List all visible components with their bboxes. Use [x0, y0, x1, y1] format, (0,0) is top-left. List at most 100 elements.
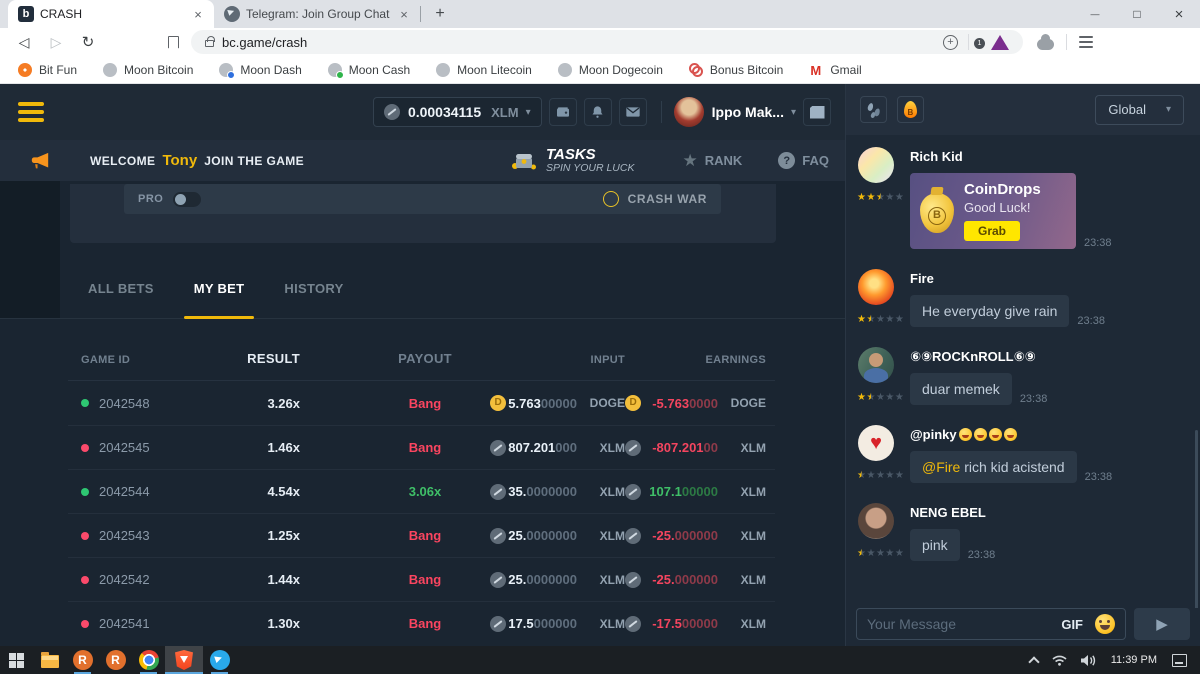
avatar[interactable]: [858, 503, 894, 539]
file-explorer-button[interactable]: [33, 646, 66, 674]
coin-icon: [490, 528, 506, 544]
mention[interactable]: @Fire: [922, 459, 960, 475]
chrome-icon: [139, 650, 159, 670]
bet-tab-history[interactable]: HISTORY: [284, 281, 343, 318]
crash-war-link[interactable]: CRASH WAR: [603, 191, 707, 207]
tasks-link[interactable]: TASKS SPIN YOUR LUCK: [510, 147, 635, 174]
notifications-button[interactable]: [584, 98, 612, 126]
user-rating: ★★★★★: [857, 309, 902, 327]
emoji-button[interactable]: [1095, 614, 1115, 634]
coin-icon: [490, 484, 506, 500]
chat-username[interactable]: NENG EBEL: [910, 504, 1190, 521]
column-header: GAME ID: [81, 354, 211, 366]
bookmark-item[interactable]: Gmail: [809, 63, 861, 77]
channel-selector[interactable]: Global: [1095, 95, 1184, 125]
bet-tab-all-bets[interactable]: ALL BETS: [88, 281, 154, 318]
brave-button[interactable]: [165, 646, 203, 674]
username[interactable]: Ippo Mak...: [712, 104, 784, 120]
browser-menu-icon[interactable]: [1079, 36, 1093, 48]
balance-selector[interactable]: 0.00034115 XLM: [373, 97, 542, 127]
rank-link[interactable]: ★ RANK: [682, 151, 742, 171]
action-center-button[interactable]: [1165, 646, 1194, 674]
avatar[interactable]: [858, 425, 894, 461]
emoji-icon: [974, 428, 987, 441]
bookmark-label: Moon Dash: [240, 63, 301, 77]
mail-button[interactable]: [619, 98, 647, 126]
send-icon: [1156, 615, 1168, 634]
chat-username[interactable]: @pinky: [910, 426, 1190, 443]
currency-label: DOGE: [728, 396, 766, 410]
cloud-icon[interactable]: [1037, 39, 1054, 50]
grab-button[interactable]: Grab: [964, 221, 1020, 241]
rain-button[interactable]: [860, 96, 887, 123]
start-button[interactable]: [0, 646, 33, 674]
chat-message: ★★★★★ NENG EBEL pink 23:38: [856, 503, 1190, 561]
send-button[interactable]: [1134, 608, 1190, 640]
coindrops-card[interactable]: CoinDrops Good Luck! Grab: [910, 173, 1076, 249]
forward-icon[interactable]: [46, 34, 66, 51]
app-r2-button[interactable]: [99, 646, 132, 674]
back-icon[interactable]: [14, 34, 34, 51]
pro-toggle[interactable]: [173, 192, 201, 207]
url-text[interactable]: bc.game/crash: [222, 35, 943, 50]
tab-close-icon[interactable]: [396, 6, 412, 22]
status-dot: [81, 488, 89, 496]
message-box[interactable]: GIF: [856, 608, 1126, 640]
table-row[interactable]: 2042545 1.46x Bang 807.201000 XLM -807.2…: [68, 425, 775, 469]
user-avatar[interactable]: [674, 97, 704, 127]
chrome-button[interactable]: [132, 646, 165, 674]
bat-rewards-icon[interactable]: [991, 35, 1009, 50]
game-id: 2042541: [99, 616, 150, 631]
bookmark-item[interactable]: Bonus Bitcoin: [689, 63, 783, 77]
bookmark-item[interactable]: Moon Dogecoin: [558, 63, 663, 77]
browser-tab-telegram[interactable]: Telegram: Join Group Chat: [214, 0, 420, 28]
chat-toggle-button[interactable]: [803, 98, 831, 126]
minimize-button[interactable]: [1074, 0, 1116, 28]
telegram-button[interactable]: [203, 646, 236, 674]
chevron-down-icon[interactable]: [791, 107, 796, 118]
wifi-button[interactable]: [1045, 646, 1074, 674]
circle-plus-icon[interactable]: [943, 35, 958, 50]
chat-scrollbar[interactable]: [1195, 430, 1198, 608]
chat-username[interactable]: Rich Kid: [910, 148, 1190, 165]
bet-tab-my-bet[interactable]: MY BET: [194, 281, 245, 318]
table-row[interactable]: 2042543 1.25x Bang 25.0000000 XLM -25.00…: [68, 513, 775, 557]
input-cell: 25.0000000 XLM: [490, 572, 625, 588]
new-tab-button[interactable]: [427, 1, 453, 27]
bookmark-item[interactable]: Bit Fun: [18, 63, 77, 77]
app-r1-button[interactable]: [66, 646, 99, 674]
game-panel: PRO CRASH WAR: [70, 184, 776, 243]
chat-username[interactable]: ⑥⑨ROCKnROLL⑥⑨: [910, 348, 1190, 365]
table-row[interactable]: 2042544 4.54x 3.06x 35.0000000 XLM 107.1…: [68, 469, 775, 513]
reload-icon[interactable]: [78, 33, 98, 51]
tab-close-icon[interactable]: [190, 6, 206, 22]
bookmarks-panel-icon[interactable]: [168, 36, 179, 49]
coin-fire-button[interactable]: [897, 96, 924, 123]
browser-tab-crash[interactable]: CRASH: [8, 0, 214, 28]
maximize-button[interactable]: [1116, 0, 1158, 28]
bookmark-item[interactable]: Moon Dash: [219, 63, 301, 77]
message-input[interactable]: [867, 616, 1055, 632]
gif-button[interactable]: GIF: [1061, 617, 1083, 632]
tray-chevron-button[interactable]: [1023, 646, 1045, 674]
bookmark-item[interactable]: Moon Cash: [328, 63, 410, 77]
table-row[interactable]: 2042541 1.30x Bang 17.5000000 XLM -17.50…: [68, 601, 775, 645]
bookmark-item[interactable]: Moon Bitcoin: [103, 63, 193, 77]
avatar[interactable]: [858, 269, 894, 305]
avatar[interactable]: [858, 147, 894, 183]
bets-table-head: GAME IDRESULTPAYOUTINPUTEARNINGS: [68, 319, 775, 381]
table-row[interactable]: 2042548 3.26x Bang 5.76300000 DOGE -5.76…: [68, 381, 775, 425]
promo-banner: WELCOME Tony JOIN THE GAME TASKS SPIN YO…: [0, 140, 845, 181]
user-rating: ★★★★★: [857, 187, 902, 205]
clock[interactable]: 11:39 PM: [1103, 654, 1165, 666]
faq-link[interactable]: FAQ: [778, 152, 829, 169]
bookmark-item[interactable]: Moon Litecoin: [436, 63, 532, 77]
chat-username[interactable]: Fire: [910, 270, 1190, 287]
site-menu-icon[interactable]: [18, 102, 44, 122]
table-row[interactable]: 2042542 1.44x Bang 25.0000000 XLM -25.00…: [68, 557, 775, 601]
address-bar[interactable]: bc.game/crash 1: [191, 30, 1023, 54]
avatar[interactable]: [858, 347, 894, 383]
wallet-button[interactable]: [549, 98, 577, 126]
close-button[interactable]: [1158, 0, 1200, 28]
volume-button[interactable]: [1074, 646, 1103, 674]
